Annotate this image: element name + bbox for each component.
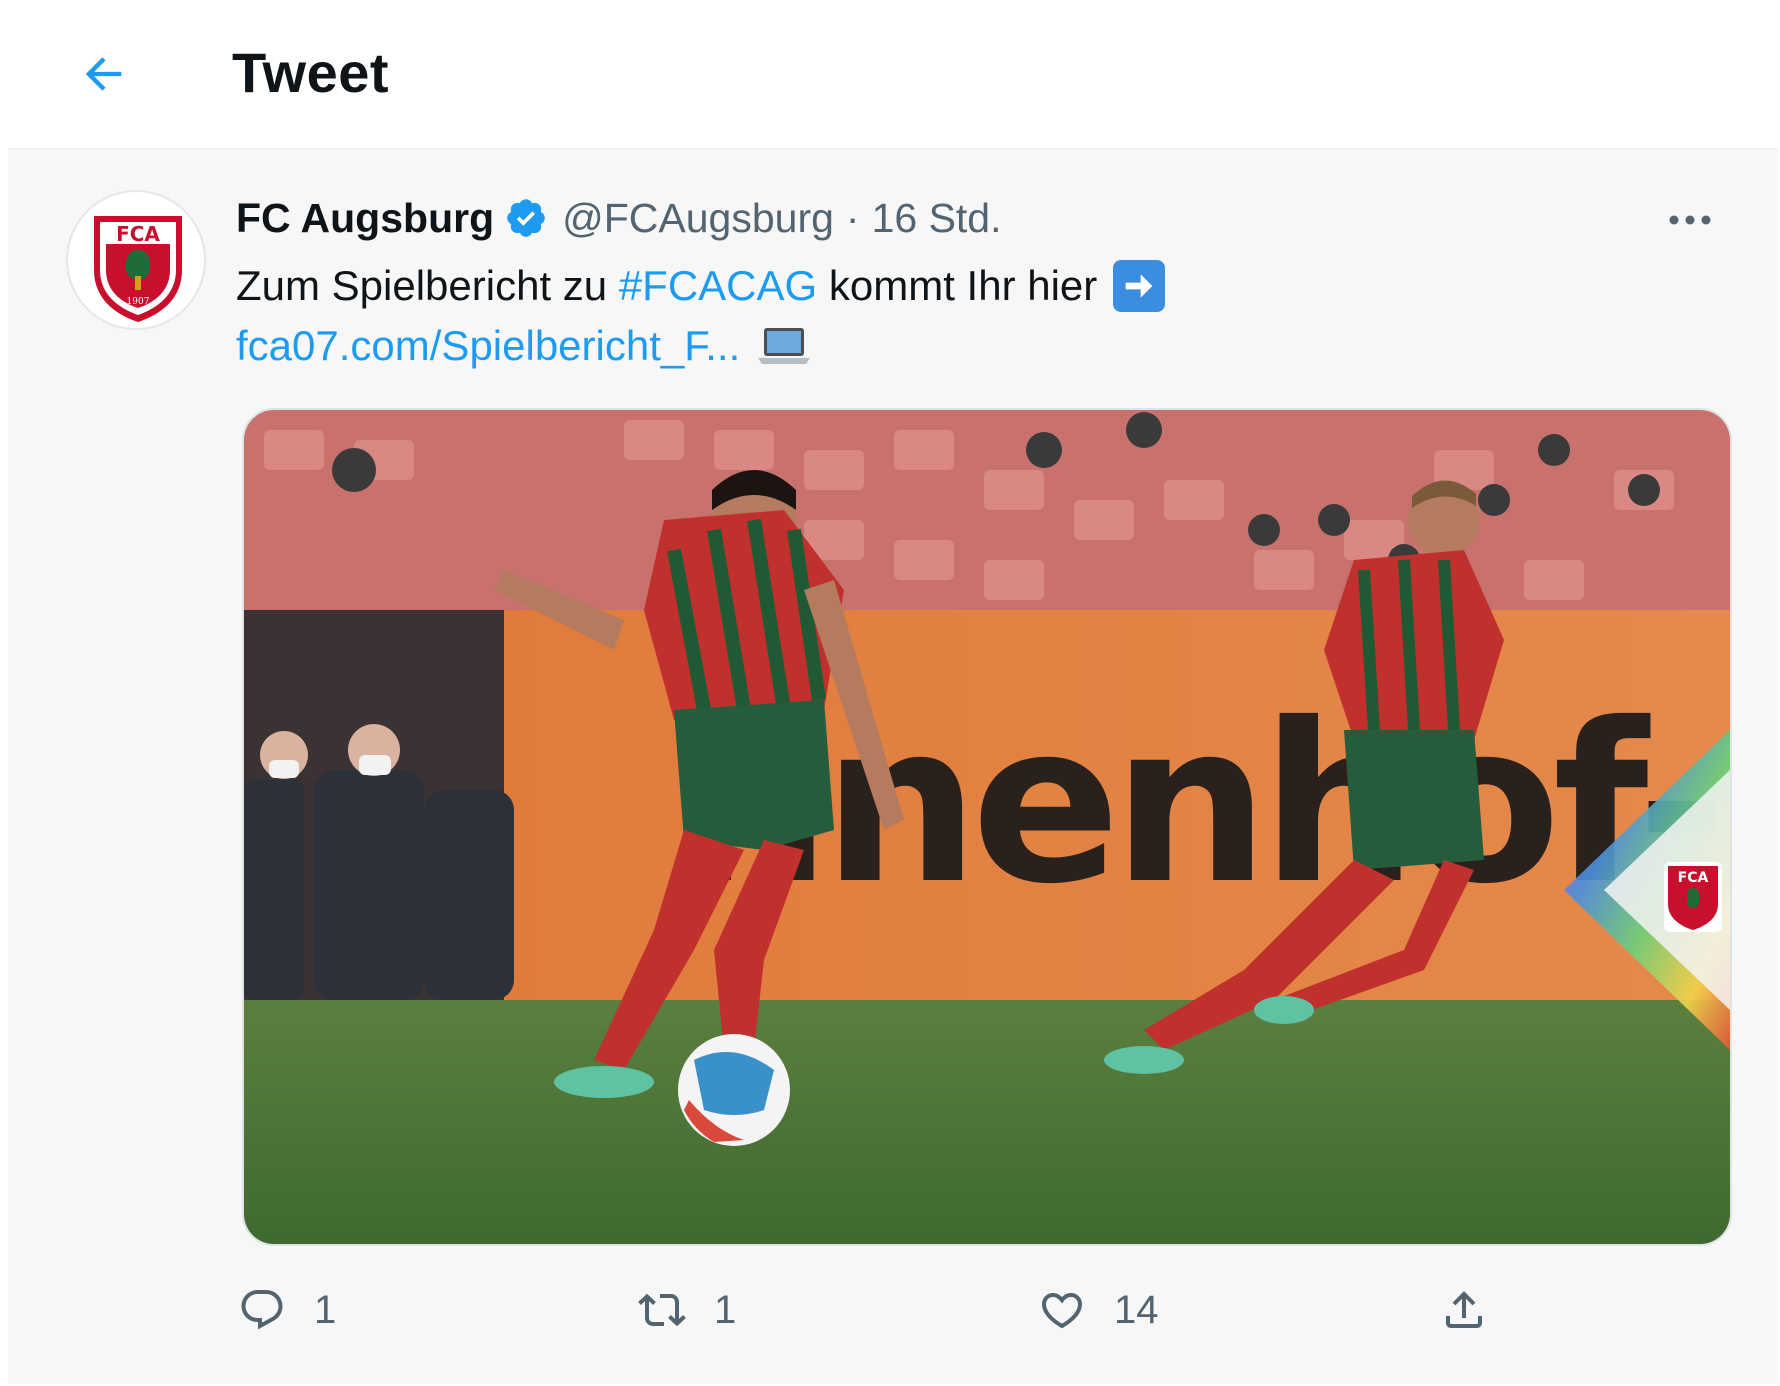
verified-badge-icon <box>504 196 548 240</box>
fca-crest-logo: FCA 1907 <box>70 194 204 328</box>
separator-dot: · <box>845 194 860 241</box>
right-arrow-emoji-icon <box>1113 260 1166 312</box>
share-button[interactable] <box>1440 1278 1488 1342</box>
reply-count: 1 <box>314 1287 337 1332</box>
tweet-media-photo[interactable]: nnenhof-Boden <box>242 408 1732 1246</box>
more-dots-icon <box>1669 215 1711 225</box>
arrow-left-icon <box>85 57 122 91</box>
back-button[interactable] <box>74 44 134 104</box>
retweet-button[interactable]: 1 <box>638 1278 736 1342</box>
more-button[interactable] <box>1660 198 1720 242</box>
handle[interactable]: @FCAugsburg <box>562 195 834 242</box>
article-link[interactable]: fca07.com/Spielbericht_F... <box>236 322 740 370</box>
header: Tweet <box>8 0 1778 150</box>
retweet-count: 1 <box>714 1287 737 1332</box>
svg-text:1907: 1907 <box>127 297 150 307</box>
reply-button[interactable]: 1 <box>238 1278 336 1342</box>
retweet-icon <box>638 1293 686 1327</box>
tweet-text-line-1: Zum Spielbericht zu #FCACAG kommt Ihr hi… <box>236 256 1166 316</box>
svg-text:FCA: FCA <box>116 222 160 246</box>
svg-text:FCA: FCA <box>1678 870 1709 886</box>
page-title: Tweet <box>232 41 390 104</box>
timestamp[interactable]: 16 Std. <box>872 195 1002 242</box>
share-icon <box>1446 1291 1482 1328</box>
tweet-text-line-2: fca07.com/Spielbericht_F... <box>236 316 812 376</box>
reply-icon <box>241 1290 283 1330</box>
tweet-text: Zum Spielbericht zu <box>236 262 619 309</box>
like-count: 14 <box>1114 1287 1159 1332</box>
tweet-actions: 1 1 14 <box>8 1250 1778 1370</box>
tweet-text-rest: kommt Ihr hier <box>817 262 1098 309</box>
tweet: FCA 1907 FC Augsburg @FCAugsburg · 16 St… <box>8 150 1778 1384</box>
display-name[interactable]: FC Augsburg <box>236 195 494 242</box>
avatar[interactable]: FCA 1907 <box>66 190 206 330</box>
heart-icon <box>1041 1293 1083 1329</box>
author-row: FC Augsburg @FCAugsburg · 16 Std. <box>236 190 1002 246</box>
hashtag-link[interactable]: #FCACAG <box>619 262 817 310</box>
match-photo: nnenhof-Boden <box>244 410 1730 1244</box>
like-button[interactable]: 14 <box>1038 1278 1159 1342</box>
laptop-emoji-icon <box>756 324 812 368</box>
